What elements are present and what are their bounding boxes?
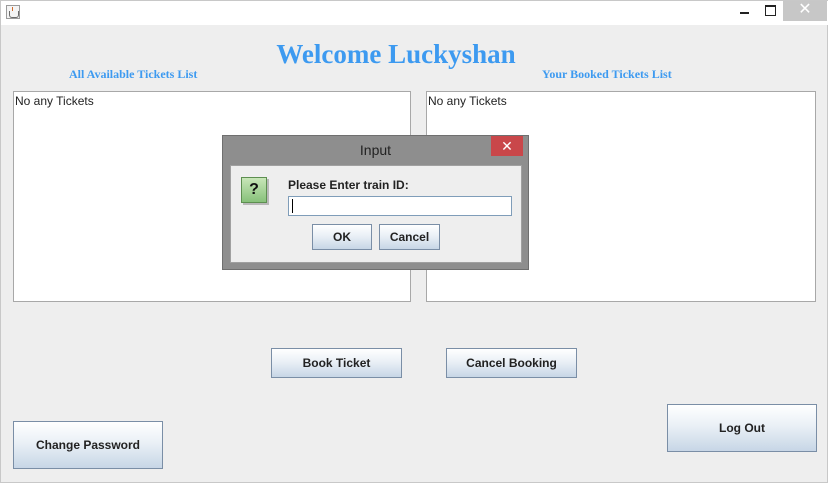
app-window: ✕ Welcome Luckyshan All Available Ticket… [0, 0, 828, 483]
dialog-cancel-button[interactable]: Cancel [379, 224, 440, 250]
window-close-button[interactable]: ✕ [783, 1, 827, 21]
title-bar: ✕ [1, 1, 828, 25]
welcome-title: Welcome Luckyshan [276, 39, 516, 69]
dialog-close-button[interactable]: ✕ [491, 136, 523, 156]
change-password-button[interactable]: Change Password [13, 421, 163, 469]
question-icon: ? [241, 177, 267, 203]
close-icon: ✕ [798, 1, 812, 18]
book-ticket-button[interactable]: Book Ticket [271, 348, 402, 378]
minimize-button[interactable] [731, 1, 757, 21]
java-app-icon [6, 5, 20, 19]
list-item[interactable]: No any Tickets [428, 94, 507, 108]
dialog-body: ? Please Enter train ID: OK Cancel [230, 165, 522, 263]
train-id-input[interactable] [288, 196, 512, 216]
minimize-icon [740, 12, 749, 14]
ok-button[interactable]: OK [312, 224, 372, 250]
train-id-prompt: Please Enter train ID: [288, 178, 409, 192]
logout-button[interactable]: Log Out [667, 404, 817, 452]
dialog-title: Input [359, 142, 392, 158]
list-item[interactable]: No any Tickets [15, 94, 94, 108]
input-dialog: Input ✕ ? Please Enter train ID: OK Canc… [222, 135, 529, 270]
maximize-button[interactable] [757, 1, 783, 21]
text-caret [292, 199, 293, 213]
available-tickets-label: All Available Tickets List [69, 67, 198, 81]
close-icon: ✕ [501, 138, 513, 154]
booked-tickets-label: Your Booked Tickets List [542, 67, 672, 81]
maximize-icon [765, 5, 776, 16]
cancel-booking-button[interactable]: Cancel Booking [446, 348, 577, 378]
